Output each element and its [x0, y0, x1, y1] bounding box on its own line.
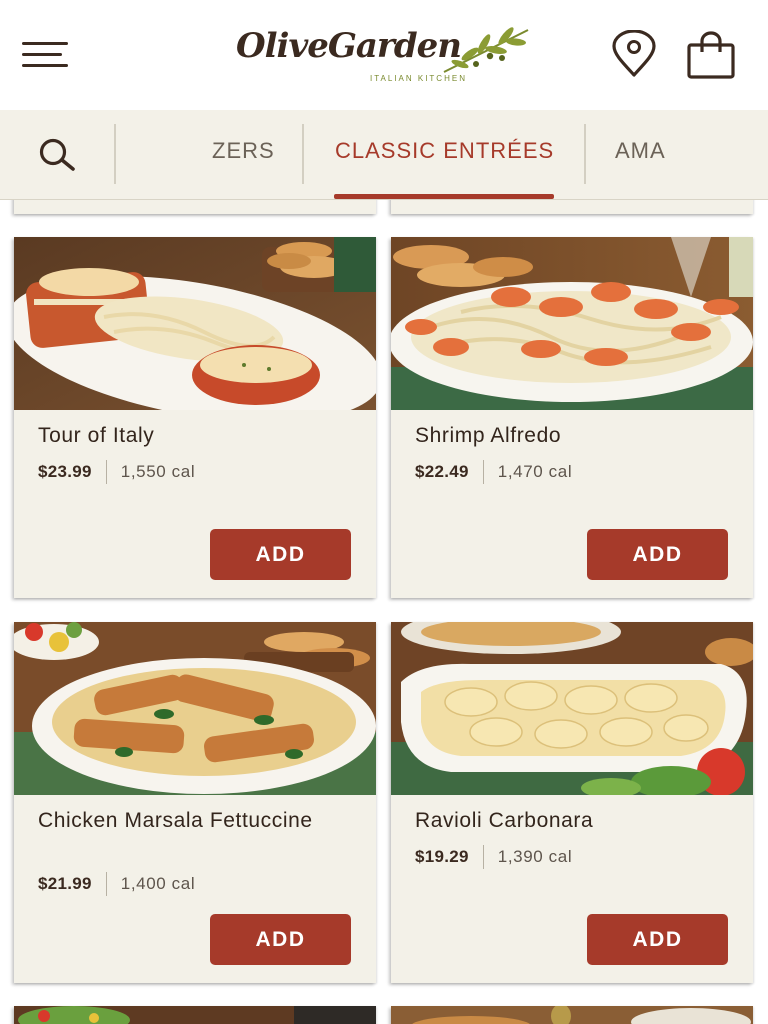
menu-item-name: Tour of Italy — [38, 424, 155, 447]
menu-card-partial[interactable] — [14, 200, 376, 214]
tab-classic-entrees[interactable]: CLASSIC ENTRÉES — [335, 138, 554, 164]
olive-garden-logo[interactable]: OliveGarden ITALIAN KITCHEN — [236, 24, 532, 90]
category-tab-bar: ZERS CLASSIC ENTRÉES AMA — [0, 110, 768, 200]
ravioli-carbonara-image — [391, 622, 753, 795]
olive-branch-icon — [443, 27, 529, 73]
menu-item-name: Chicken Marsala Fettuccine — [38, 809, 313, 832]
meta-divider — [482, 460, 484, 484]
menu-item-price: $21.99 — [38, 874, 92, 893]
brand-name: OliveGarden — [236, 26, 462, 66]
tab-appetizers[interactable]: ZERS — [212, 138, 275, 164]
location-pin-icon[interactable] — [610, 29, 658, 80]
menu-card[interactable]: Ravioli Carbonara $19.29 1,390 cal ADD — [391, 622, 753, 983]
search-icon — [39, 138, 75, 171]
menu-item-calories: 1,390 cal — [497, 847, 573, 866]
active-tab-indicator — [334, 194, 554, 199]
meta-divider — [105, 460, 107, 484]
menu-item-meta: $22.49 1,470 cal — [415, 459, 572, 485]
tab-divider — [114, 124, 116, 184]
add-to-order-button[interactable]: ADD — [587, 914, 728, 965]
menu-item-meta: $23.99 1,550 cal — [38, 459, 195, 485]
menu-card[interactable]: Tour of Italy $23.99 1,550 cal ADD — [14, 237, 376, 598]
menu-card-partial[interactable] — [391, 200, 753, 214]
tab-divider — [584, 124, 586, 184]
menu-card-partial[interactable] — [14, 1006, 376, 1024]
menu-item-price: $22.49 — [415, 462, 469, 481]
menu-item-meta: $19.29 1,390 cal — [415, 844, 572, 870]
meta-divider — [482, 845, 484, 869]
menu-item-calories: 1,470 cal — [497, 462, 573, 481]
meta-divider — [105, 872, 107, 896]
tour-of-italy-image — [14, 237, 376, 410]
menu-item-name: Ravioli Carbonara — [415, 809, 594, 832]
menu-card[interactable]: Shrimp Alfredo $22.49 1,470 cal ADD — [391, 237, 753, 598]
search-button[interactable] — [0, 110, 116, 199]
shrimp-alfredo-image — [391, 237, 753, 410]
menu-item-price: $23.99 — [38, 462, 92, 481]
menu-item-name: Shrimp Alfredo — [415, 424, 562, 447]
menu-item-calories: 1,400 cal — [120, 874, 196, 893]
menu-item-image-partial — [391, 1006, 753, 1024]
menu-item-calories: 1,550 cal — [120, 462, 196, 481]
menu-grid: Tour of Italy $23.99 1,550 cal ADD Shrim… — [0, 200, 768, 1024]
app-header: OliveGarden ITALIAN KITCHEN — [0, 0, 768, 110]
hamburger-menu-icon[interactable] — [22, 42, 68, 68]
add-to-order-button[interactable]: ADD — [210, 914, 351, 965]
menu-item-price: $19.29 — [415, 847, 469, 866]
menu-item-meta: $21.99 1,400 cal — [38, 871, 195, 897]
shopping-bag-icon[interactable] — [686, 30, 736, 80]
menu-card-partial[interactable] — [391, 1006, 753, 1024]
menu-card[interactable]: Chicken Marsala Fettuccine $21.99 1,400 … — [14, 622, 376, 983]
add-to-order-button[interactable]: ADD — [587, 529, 728, 580]
chicken-marsala-image — [14, 622, 376, 795]
tab-amazing[interactable]: AMA — [615, 138, 675, 164]
menu-item-image-partial — [14, 1006, 376, 1024]
tab-divider — [302, 124, 304, 184]
add-to-order-button[interactable]: ADD — [210, 529, 351, 580]
